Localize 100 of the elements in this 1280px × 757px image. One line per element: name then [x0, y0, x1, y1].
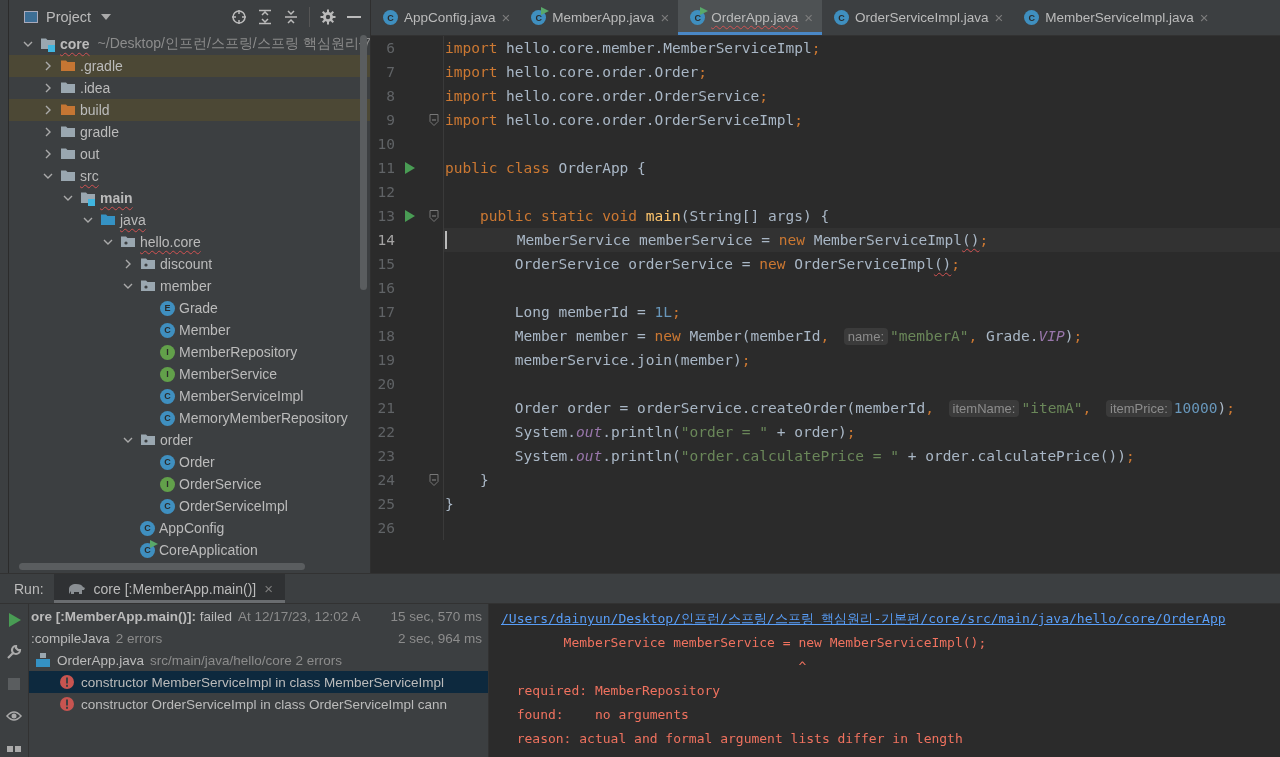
tree-row[interactable]: C Member	[9, 319, 370, 341]
tree-row[interactable]: I OrderService	[9, 473, 370, 495]
folder-icon	[60, 146, 76, 162]
collapse-all-icon[interactable]	[283, 8, 299, 25]
chevron-icon[interactable]	[43, 61, 53, 71]
tree-row[interactable]: C Order	[9, 451, 370, 473]
panel-title[interactable]: Project	[46, 8, 92, 25]
tree-row[interactable]: E Grade	[9, 297, 370, 319]
console-line: reason: actual and formal argument lists differ in length	[515, 730, 963, 748]
tree-row[interactable]: C AppConfig	[9, 517, 370, 539]
tree-row[interactable]: .gradle	[9, 55, 370, 77]
editor-tab[interactable]: C AppConfig.java ×	[371, 0, 520, 35]
expand-all-icon[interactable]	[257, 8, 273, 25]
folder-icon	[60, 58, 76, 74]
parameter-hint: itemName:	[948, 399, 1020, 417]
tree-row[interactable]: src	[9, 165, 370, 187]
tree-row[interactable]: I MemberService	[9, 363, 370, 385]
wrench-icon[interactable]	[6, 644, 22, 660]
line-number: 26	[376, 519, 395, 538]
file-link[interactable]: /Users/dainyun/Desktop/인프런/스프링/스프링 핵심원리-기본편/core/src/main/java/hello/core/OrderApp	[501, 607, 1226, 631]
fold-icon[interactable]	[429, 474, 439, 486]
close-button[interactable]: ×	[264, 580, 273, 597]
chevron-icon[interactable]	[123, 259, 133, 269]
play-icon[interactable]	[6, 612, 22, 628]
chevron-icon[interactable]	[123, 281, 133, 291]
crosshair-icon[interactable]	[231, 8, 247, 25]
class-type-icon: C	[383, 10, 398, 25]
chevron-icon[interactable]	[63, 193, 73, 203]
code-text: MemberService memberService = new MemberServiceImpl();	[515, 232, 989, 248]
editor-tab[interactable]: C OrderServiceImpl.java ×	[821, 0, 1013, 35]
class-type-icon: C	[160, 410, 175, 426]
chevron-icon[interactable]	[43, 127, 53, 137]
result-row[interactable]: ore [:MemberApp.main()]: failed At 12/17/23, 12:02 A 15 sec, 570 ms	[29, 605, 488, 627]
code-text: System.out.println("order.calculatePrice = " + order.calculatePrice());	[513, 448, 1135, 464]
tab-label: core [:MemberApp.main()]	[93, 580, 257, 597]
class-type-icon: C	[160, 388, 175, 404]
tree-row[interactable]: hello.core	[9, 231, 370, 253]
caret-icon[interactable]	[101, 13, 112, 20]
line-number: 25	[376, 495, 395, 514]
tree-row[interactable]: build	[9, 99, 370, 121]
code-text: import hello.core.member.MemberServiceImpl;	[445, 40, 821, 56]
chevron-icon[interactable]	[43, 171, 53, 181]
result-row[interactable]: OrderApp.java src/main/java/hello/core 2 errors	[29, 649, 488, 671]
code-text: "memberA", Grade.VIP);	[890, 328, 1083, 344]
run-tab[interactable]: core [:MemberApp.main()] ×	[53, 574, 285, 603]
result-row[interactable]: constructor MemberServiceImpl in class MemberServiceImpl	[29, 671, 488, 693]
class-type-icon: C	[140, 520, 155, 536]
editor-tab[interactable]: C MemberServiceImpl.java ×	[1012, 0, 1218, 35]
run-icon[interactable]	[405, 210, 415, 222]
tree-row[interactable]: C OrderServiceImpl	[9, 495, 370, 517]
tree-row[interactable]: order	[9, 429, 370, 451]
package-folder-icon	[140, 256, 156, 272]
chevron-icon[interactable]	[43, 105, 53, 115]
tree-label: member	[160, 278, 212, 294]
line-number: 11	[376, 159, 395, 178]
tree-row[interactable]: out	[9, 143, 370, 165]
chevron-icon[interactable]	[23, 39, 33, 49]
duration: 2 sec, 964 ms	[397, 630, 482, 646]
tree-row[interactable]: .idea	[9, 77, 370, 99]
line-number: 22	[376, 423, 395, 442]
tree-row[interactable]: discount	[9, 253, 370, 275]
editor-tab[interactable]: C OrderApp.java ×	[678, 0, 822, 35]
tree-row[interactable]: main	[9, 187, 370, 209]
tree-row[interactable]: C MemoryMemberRepository	[9, 407, 370, 429]
package-folder-icon	[140, 278, 156, 294]
tree-row[interactable]: I MemberRepository	[9, 341, 370, 363]
settings-icon[interactable]	[320, 8, 336, 25]
tree-row[interactable]: C MemberServiceImpl	[9, 385, 370, 407]
chevron-icon[interactable]	[43, 83, 53, 93]
line-number: 12	[376, 183, 395, 202]
chevron-icon[interactable]	[103, 237, 113, 247]
tree-row[interactable]: C CoreApplication	[9, 539, 370, 561]
eye-icon[interactable]	[6, 708, 22, 724]
code-text: memberService.join(member);	[513, 352, 751, 368]
line-number: 13	[376, 207, 395, 226]
chevron-icon[interactable]	[123, 435, 133, 445]
fold-icon[interactable]	[429, 210, 439, 222]
chevron-icon[interactable]	[83, 215, 93, 225]
chevron-icon[interactable]	[43, 149, 53, 159]
java-file-icon	[35, 652, 51, 668]
console-line: MemberService memberService = new MemberServiceImpl();	[562, 634, 987, 652]
result-row[interactable]: :compileJava 2 errors 2 sec, 964 ms	[29, 627, 488, 649]
tree-row[interactable]: member	[9, 275, 370, 297]
code-text: Order order = orderService.createOrder(memberId,	[513, 400, 935, 416]
line-number: 21	[376, 399, 395, 418]
editor-tab[interactable]: C MemberApp.java ×	[519, 0, 679, 35]
tree-label: Member	[179, 322, 231, 338]
tree-row[interactable]: gradle	[9, 121, 370, 143]
result-title: constructor OrderServiceImpl in class OrderServiceImpl cann	[81, 696, 448, 712]
code-text: Long memberId = 1L;	[513, 304, 681, 320]
fold-icon[interactable]	[429, 114, 439, 126]
tree-row[interactable]: java	[9, 209, 370, 231]
result-row[interactable]: constructor OrderServiceImpl in class OrderServiceImpl cann	[29, 693, 488, 715]
tree-label: MemberService	[179, 366, 278, 382]
line-number: 23	[376, 447, 395, 466]
run-icon[interactable]	[405, 162, 415, 174]
class-type-icon: C	[160, 454, 175, 470]
horizontal-scrollbar[interactable]	[19, 563, 305, 570]
run-icon	[700, 7, 709, 15]
result-title: constructor MemberServiceImpl in class MemberServiceImpl	[81, 674, 445, 690]
